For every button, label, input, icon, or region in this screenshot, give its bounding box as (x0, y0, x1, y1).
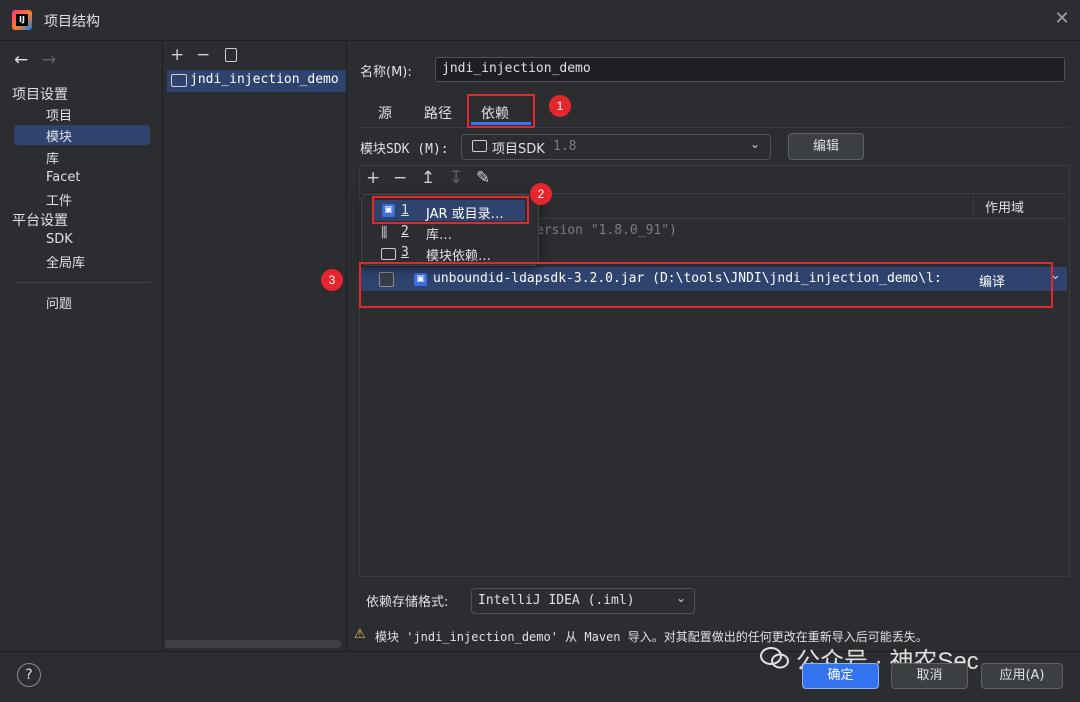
intellij-app-icon: IJ (12, 10, 32, 30)
module-sdk-dropdown[interactable]: 项目SDK 1.8 ⌄ (461, 134, 771, 160)
nav-item-sdks[interactable]: SDK (46, 232, 73, 247)
ok-button[interactable]: 确定 (802, 663, 879, 689)
copy-icon[interactable] (225, 48, 237, 62)
nav-item-problems[interactable]: 问题 (46, 293, 72, 312)
nav-item-global-libraries[interactable]: 全局库 (46, 252, 85, 271)
annotation-badge-3: 3 (321, 269, 343, 291)
warning-icon: ⚠ (354, 627, 366, 642)
chevron-down-icon: ⌄ (750, 137, 761, 151)
module-icon (381, 248, 396, 260)
module-list-panel (163, 41, 347, 651)
module-folder-icon (171, 74, 187, 87)
nav-item-facets[interactable]: Facet (46, 170, 81, 185)
storage-format-dropdown[interactable]: IntelliJ IDEA (.iml) ⌄ (471, 588, 695, 614)
edit-sdk-button[interactable]: 编辑 (788, 133, 864, 160)
tabs-divider (357, 127, 1069, 128)
menu-item-library[interactable]: 库… (426, 224, 452, 243)
tab-sources[interactable]: 源 (378, 103, 392, 123)
annotation-badge-2: 2 (530, 183, 552, 205)
module-name-field[interactable]: jndi_injection_demo (435, 57, 1065, 82)
wechat-icon (760, 647, 789, 669)
section-platform-settings: 平台设置 (12, 213, 68, 229)
storage-format-value: IntelliJ IDEA (.iml) (478, 593, 635, 608)
name-label: 名称(M): (360, 65, 412, 80)
move-down-icon[interactable]: ↧ (449, 168, 463, 188)
module-name-value: jndi_injection_demo (442, 61, 591, 76)
remove-dependency-icon[interactable]: − (393, 168, 407, 188)
module-list-scrollbar[interactable] (165, 640, 341, 648)
sdk-value: 项目SDK (492, 142, 545, 157)
cancel-button[interactable]: 取消 (891, 663, 968, 689)
module-sdk-label: 模块SDK (M): (360, 142, 449, 157)
menu-item-2-num: 2 (401, 224, 409, 239)
annotation-badge-1: 1 (549, 95, 571, 117)
library-icon: ⫼ (381, 225, 388, 241)
sdk-folder-icon (472, 140, 487, 152)
jdk-row-text: ersion "1.8.0_91") (536, 223, 677, 238)
add-dependency-icon[interactable]: + (366, 168, 380, 188)
sdk-version: 1.8 (553, 139, 577, 154)
nav-item-modules[interactable]: 模块 (46, 126, 72, 145)
nav-item-artifacts[interactable]: 工件 (46, 190, 72, 209)
chevron-down-icon: ⌄ (676, 591, 687, 605)
annotation-box-jar-row (359, 262, 1053, 308)
window-title: 项目结构 (44, 14, 100, 30)
edit-pencil-icon[interactable]: ✎ (476, 168, 490, 188)
add-icon[interactable]: + (170, 45, 184, 65)
annotation-box-dependencies-tab (467, 94, 535, 128)
nav-item-project[interactable]: 项目 (46, 105, 72, 124)
title-bar (0, 0, 1080, 41)
dependency-toolbar (360, 166, 1067, 192)
nav-selection-highlight (14, 125, 150, 145)
tab-paths[interactable]: 路径 (424, 103, 452, 123)
nav-divider (14, 282, 150, 283)
back-arrow-icon[interactable]: ← (14, 50, 28, 70)
nav-item-libraries[interactable]: 库 (46, 148, 59, 167)
move-up-icon[interactable]: ↥ (421, 168, 435, 188)
module-list-item-label: jndi_injection_demo (190, 72, 339, 87)
forward-arrow-icon[interactable]: → (42, 50, 56, 70)
apply-button[interactable]: 应用(A) (981, 663, 1063, 689)
header-separator (973, 194, 974, 216)
storage-format-label: 依赖存储格式: (366, 595, 449, 610)
close-icon[interactable]: ✕ (1052, 9, 1072, 29)
remove-icon[interactable]: − (196, 45, 210, 65)
help-button[interactable]: ? (17, 663, 41, 687)
section-project-settings: 项目设置 (12, 87, 68, 103)
scope-column-header[interactable]: 作用域 (985, 197, 1024, 216)
menu-item-3-num: 3 (401, 245, 409, 260)
annotation-box-jar-menu-item (372, 196, 529, 224)
